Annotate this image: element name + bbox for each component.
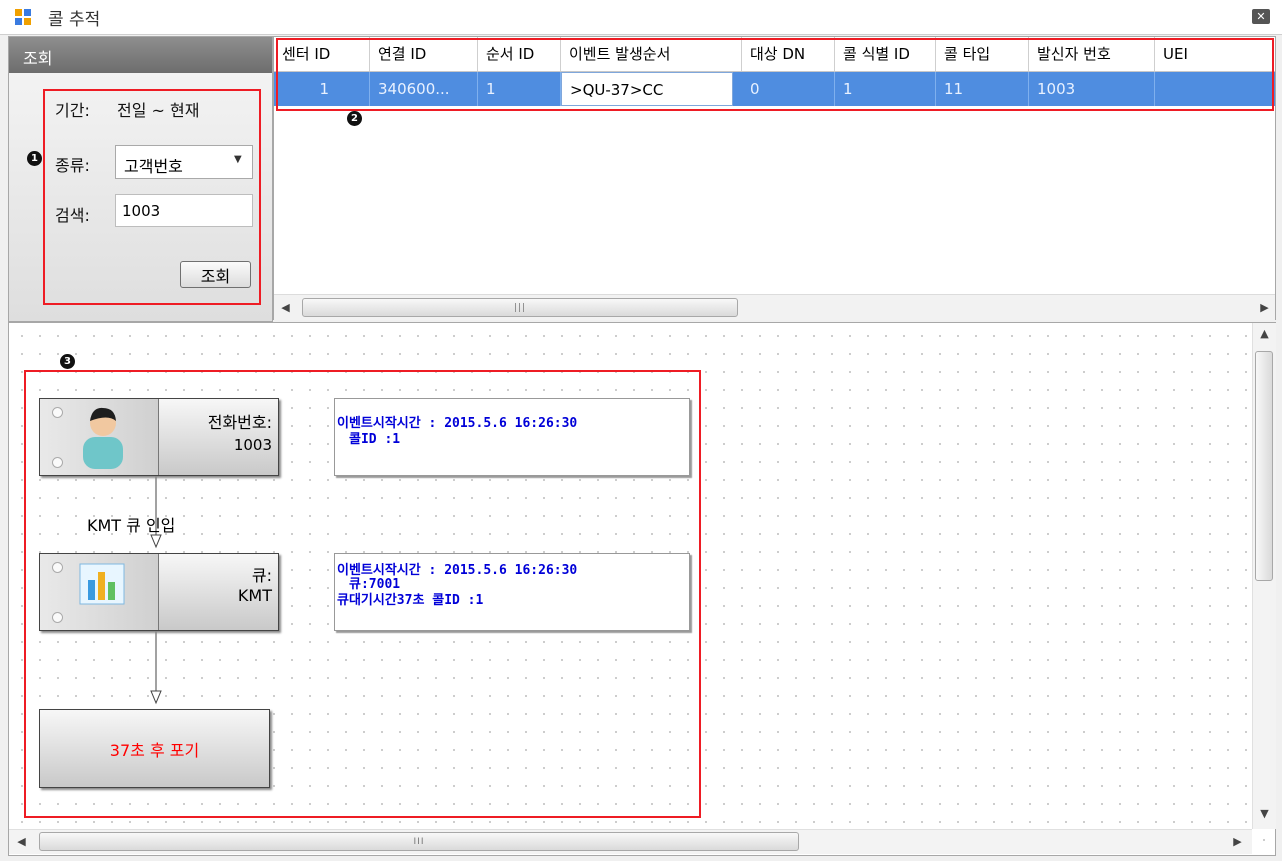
callout-badge-2: 2 — [347, 111, 362, 126]
canvas-vertical-scrollbar[interactable]: ▲ ▼ — [1252, 323, 1276, 829]
event-info-box: 이벤트시작시간 : 2015.5.6 16:26:30 큐:7001 큐대기시간… — [334, 553, 690, 631]
close-button[interactable]: ✕ — [1252, 9, 1270, 24]
phone-node-value: 1003 — [233, 436, 272, 454]
phone-node-label: 전화번호: — [207, 413, 272, 432]
call-id: 콜ID :1 — [349, 432, 401, 447]
callout-badge-1: 1 — [27, 151, 42, 166]
event-start-time: 이벤트시작시간 : 2015.5.6 16:26:30 — [337, 563, 578, 578]
connector-dot — [52, 457, 63, 468]
query-panel-title: 조회 — [23, 49, 53, 68]
chart-icon — [79, 563, 125, 605]
title-bar: 콜 추적 ✕ — [0, 0, 1282, 35]
event-start-time: 이벤트시작시간 : 2015.5.6 16:26:30 — [337, 416, 578, 431]
event-info-box: 이벤트시작시간 : 2015.5.6 16:26:30 콜ID :1 — [334, 398, 690, 476]
queue-wait-time: 큐대기시간37초 콜ID :1 — [337, 593, 484, 608]
person-icon — [83, 407, 123, 469]
highlight-box-2 — [276, 38, 1274, 111]
queue-node[interactable]: 큐: KMT — [39, 553, 279, 631]
abandon-node[interactable]: 37초 후 포기 — [39, 709, 270, 788]
phone-node-icon-area — [40, 399, 159, 475]
query-panel-header: 조회 — [9, 37, 272, 73]
scroll-right-icon[interactable]: ▶ — [1256, 295, 1273, 320]
connector-dot — [52, 407, 63, 418]
call-flow-canvas[interactable]: 3 전화번호: 1003 KMT 큐 인입 큐: KMT 37초 후 포기 이벤… — [8, 322, 1276, 856]
scroll-grip: III — [413, 837, 425, 847]
query-panel: 조회 기간: 전일 ~ 현재 종류: 고객번호 ▼ 검색: 조회 1 — [8, 36, 273, 322]
scroll-left-icon[interactable]: ◀ — [13, 830, 30, 854]
connector-dot — [52, 562, 63, 573]
scroll-left-icon[interactable]: ◀ — [277, 295, 294, 320]
window-title: 콜 추적 — [48, 10, 101, 30]
scroll-up-icon[interactable]: ▲ — [1256, 323, 1273, 345]
scroll-grip: ||| — [513, 303, 527, 313]
scroll-down-icon[interactable]: ▼ — [1256, 803, 1273, 825]
connector-dot — [52, 612, 63, 623]
queue-node-value: KMT — [237, 586, 272, 605]
scroll-thumb[interactable] — [1255, 351, 1273, 581]
grid-horizontal-scrollbar[interactable]: ◀ ||| ▶ — [274, 294, 1275, 320]
scroll-thumb[interactable]: III — [39, 832, 799, 851]
canvas-horizontal-scrollbar[interactable]: ◀ III ▶ — [9, 829, 1252, 854]
queue-id: 큐:7001 — [349, 577, 401, 592]
phone-node[interactable]: 전화번호: 1003 — [39, 398, 279, 476]
abandon-node-label: 37초 후 포기 — [109, 740, 200, 760]
edge-label: KMT 큐 인입 — [87, 516, 176, 535]
scroll-right-icon[interactable]: ▶ — [1229, 830, 1246, 854]
highlight-box-1 — [43, 89, 261, 305]
queue-node-label: 큐: — [251, 566, 272, 585]
call-grid: 센터 ID 연결 ID 순서 ID 이벤트 발생순서 대상 DN 콜 식별 ID… — [273, 36, 1276, 320]
scroll-thumb[interactable]: ||| — [302, 298, 738, 317]
app-icon — [15, 9, 31, 25]
queue-node-icon-area — [40, 554, 159, 630]
